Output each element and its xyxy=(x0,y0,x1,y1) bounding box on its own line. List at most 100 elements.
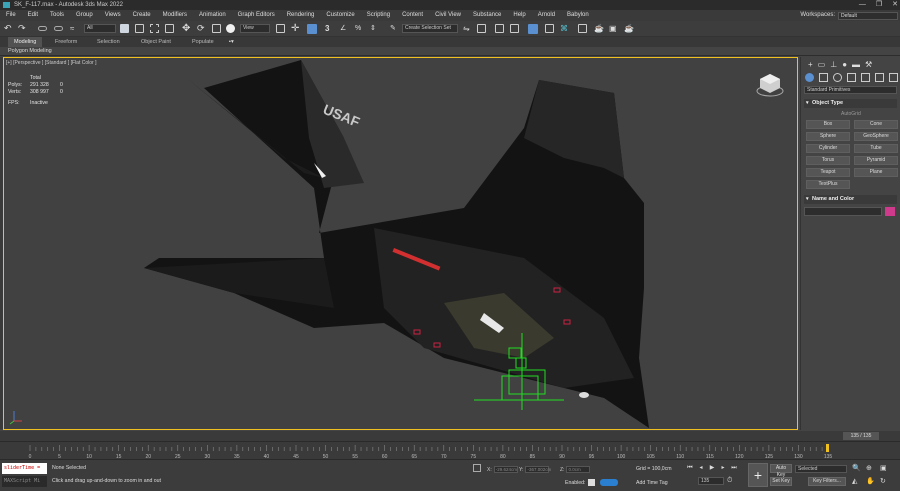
torus-button[interactable]: Torus xyxy=(806,156,850,165)
orbit-icon[interactable]: ↻ xyxy=(880,477,886,485)
helpers-icon[interactable] xyxy=(861,73,870,82)
placement-icon[interactable] xyxy=(226,24,235,33)
render-setup-icon[interactable]: ☕ xyxy=(594,23,605,34)
workspace-dropdown[interactable]: Default xyxy=(838,11,898,20)
autogrid-checkbox[interactable]: AutoGrid xyxy=(801,108,900,117)
cone-button[interactable]: Cone xyxy=(854,120,898,129)
bind-space-warp-icon[interactable]: ≈ xyxy=(70,23,81,34)
menu-babylon[interactable]: Babylon xyxy=(561,10,595,21)
utilities-tab-icon[interactable]: ⚒ xyxy=(865,61,872,71)
menu-tools[interactable]: Tools xyxy=(44,10,70,21)
current-frame-marker[interactable] xyxy=(826,444,829,452)
pan-view-icon[interactable]: ✋ xyxy=(866,477,875,485)
scale-icon[interactable] xyxy=(212,24,221,33)
select-object-icon[interactable] xyxy=(120,24,129,33)
modify-tab-icon[interactable]: ▭ xyxy=(818,61,826,71)
scene-explorer-icon[interactable] xyxy=(495,24,504,33)
spinner-snap-icon[interactable]: ⇕ xyxy=(370,23,381,34)
menu-rendering[interactable]: Rendering xyxy=(281,10,321,21)
x-field[interactable]: -29.624cm xyxy=(493,466,518,473)
rotate-icon[interactable]: ⟳ xyxy=(197,23,208,34)
systems-icon[interactable] xyxy=(889,73,898,82)
menu-customize[interactable]: Customize xyxy=(320,10,360,21)
tab-freeform[interactable]: Freeform xyxy=(55,37,77,47)
reference-coordinate-dropdown[interactable]: View xyxy=(240,24,270,33)
next-frame-icon[interactable]: ▸ xyxy=(719,464,727,472)
ribbon-sub-label[interactable]: Polygon Modeling xyxy=(8,48,52,54)
named-selection-set-dropdown[interactable]: Create Selection Set xyxy=(402,24,458,33)
menu-arnold[interactable]: Arnold xyxy=(532,10,561,21)
curve-editor-icon[interactable] xyxy=(545,24,554,33)
menu-group[interactable]: Group xyxy=(70,10,99,21)
add-time-tag[interactable]: Add Time Tag xyxy=(636,480,668,486)
time-configuration-icon[interactable]: ⏱ xyxy=(727,477,732,485)
snaps-toggle-icon[interactable]: 3 xyxy=(325,23,336,34)
tab-populate[interactable]: Populate xyxy=(192,37,214,47)
perspective-viewport[interactable]: USAF [+] [Perspective ] [Standard ] [Fla… xyxy=(3,57,798,430)
maximize-button[interactable]: ❐ xyxy=(876,0,882,10)
y-field[interactable]: -367.002cm xyxy=(525,466,551,473)
rendered-frame-window-icon[interactable]: ▣ xyxy=(609,23,620,34)
play-icon[interactable]: ▶ xyxy=(708,464,716,472)
window-crossing-icon[interactable] xyxy=(165,24,174,33)
geometry-icon[interactable] xyxy=(805,73,814,82)
hierarchy-tab-icon[interactable]: ⊥ xyxy=(830,61,837,71)
set-key-button[interactable]: Set Key xyxy=(770,477,792,486)
primitive-type-dropdown[interactable]: Standard Primitives xyxy=(804,86,897,94)
shapes-icon[interactable] xyxy=(819,73,828,82)
align-icon[interactable] xyxy=(477,24,486,33)
select-manipulate-icon[interactable]: ✛ xyxy=(291,23,302,34)
menu-file[interactable]: File xyxy=(0,10,22,21)
render-production-icon[interactable]: ☕ xyxy=(624,23,635,34)
field-of-view-icon[interactable]: ◭ xyxy=(852,477,857,485)
cylinder-button[interactable]: Cylinder xyxy=(806,144,850,153)
menu-views[interactable]: Views xyxy=(99,10,127,21)
tab-selection[interactable]: Selection xyxy=(97,37,120,47)
menu-edit[interactable]: Edit xyxy=(22,10,44,21)
menu-content[interactable]: Content xyxy=(396,10,429,21)
ribbon-options-icon[interactable]: ▪▾ xyxy=(229,37,234,47)
link-icon[interactable] xyxy=(38,26,47,31)
zoom-extents-icon[interactable]: ▣ xyxy=(880,464,887,472)
go-to-start-icon[interactable]: ⏮ xyxy=(686,464,694,472)
cameras-icon[interactable] xyxy=(847,73,856,82)
object-color-swatch[interactable] xyxy=(885,207,895,216)
z-field[interactable]: 0.0cm xyxy=(566,466,591,473)
select-by-name-icon[interactable] xyxy=(135,24,144,33)
create-tab-icon[interactable]: + xyxy=(808,61,813,71)
zoom-all-icon[interactable]: ⊕ xyxy=(866,464,872,472)
maxscript-mini-listener[interactable]: MAXScript Mi xyxy=(2,476,47,487)
menu-animation[interactable]: Animation xyxy=(193,10,232,21)
material-editor-icon[interactable] xyxy=(578,24,587,33)
enabled-checkbox[interactable] xyxy=(588,479,595,486)
zoom-icon[interactable]: 🔍 xyxy=(852,464,861,472)
keyboard-shortcut-override-icon[interactable] xyxy=(307,24,317,34)
time-slider-thumb[interactable]: 135 / 135 xyxy=(843,432,879,440)
sphere-button[interactable]: Sphere xyxy=(806,132,850,141)
edit-named-selection-icon[interactable]: ✎ xyxy=(390,23,401,34)
menu-help[interactable]: Help xyxy=(507,10,531,21)
minimize-button[interactable]: — xyxy=(859,0,866,10)
ribbon-toggle-icon[interactable] xyxy=(528,24,538,34)
plane-button[interactable]: Plane xyxy=(854,168,898,177)
schematic-view-icon[interactable]: ⌘ xyxy=(560,23,571,34)
motion-tab-icon[interactable]: ● xyxy=(842,61,847,71)
object-name-field[interactable] xyxy=(804,207,882,216)
viewport-label[interactable]: [+] [Perspective ] [Standard ] [Flat Col… xyxy=(6,60,96,66)
move-icon[interactable]: ✥ xyxy=(182,23,193,34)
menu-civil-view[interactable]: Civil View xyxy=(429,10,467,21)
close-button[interactable]: ✕ xyxy=(892,0,898,10)
object-type-rollout[interactable]: Object Type xyxy=(804,99,897,108)
current-frame-field[interactable]: 135 xyxy=(698,477,724,485)
unlink-icon[interactable] xyxy=(54,26,63,31)
time-slider[interactable]: 135 / 135 xyxy=(0,431,900,441)
go-to-end-icon[interactable]: ⏭ xyxy=(730,464,738,472)
angle-snap-icon[interactable]: ∠ xyxy=(340,23,351,34)
menu-graph-editors[interactable]: Graph Editors xyxy=(232,10,281,21)
box-button[interactable]: Box xyxy=(806,120,850,129)
pivot-center-icon[interactable] xyxy=(276,24,285,33)
display-tab-icon[interactable]: ▬ xyxy=(852,61,860,71)
selection-filter-dropdown[interactable]: All xyxy=(84,24,116,33)
layer-explorer-icon[interactable] xyxy=(510,24,519,33)
tube-button[interactable]: Tube xyxy=(854,144,898,153)
